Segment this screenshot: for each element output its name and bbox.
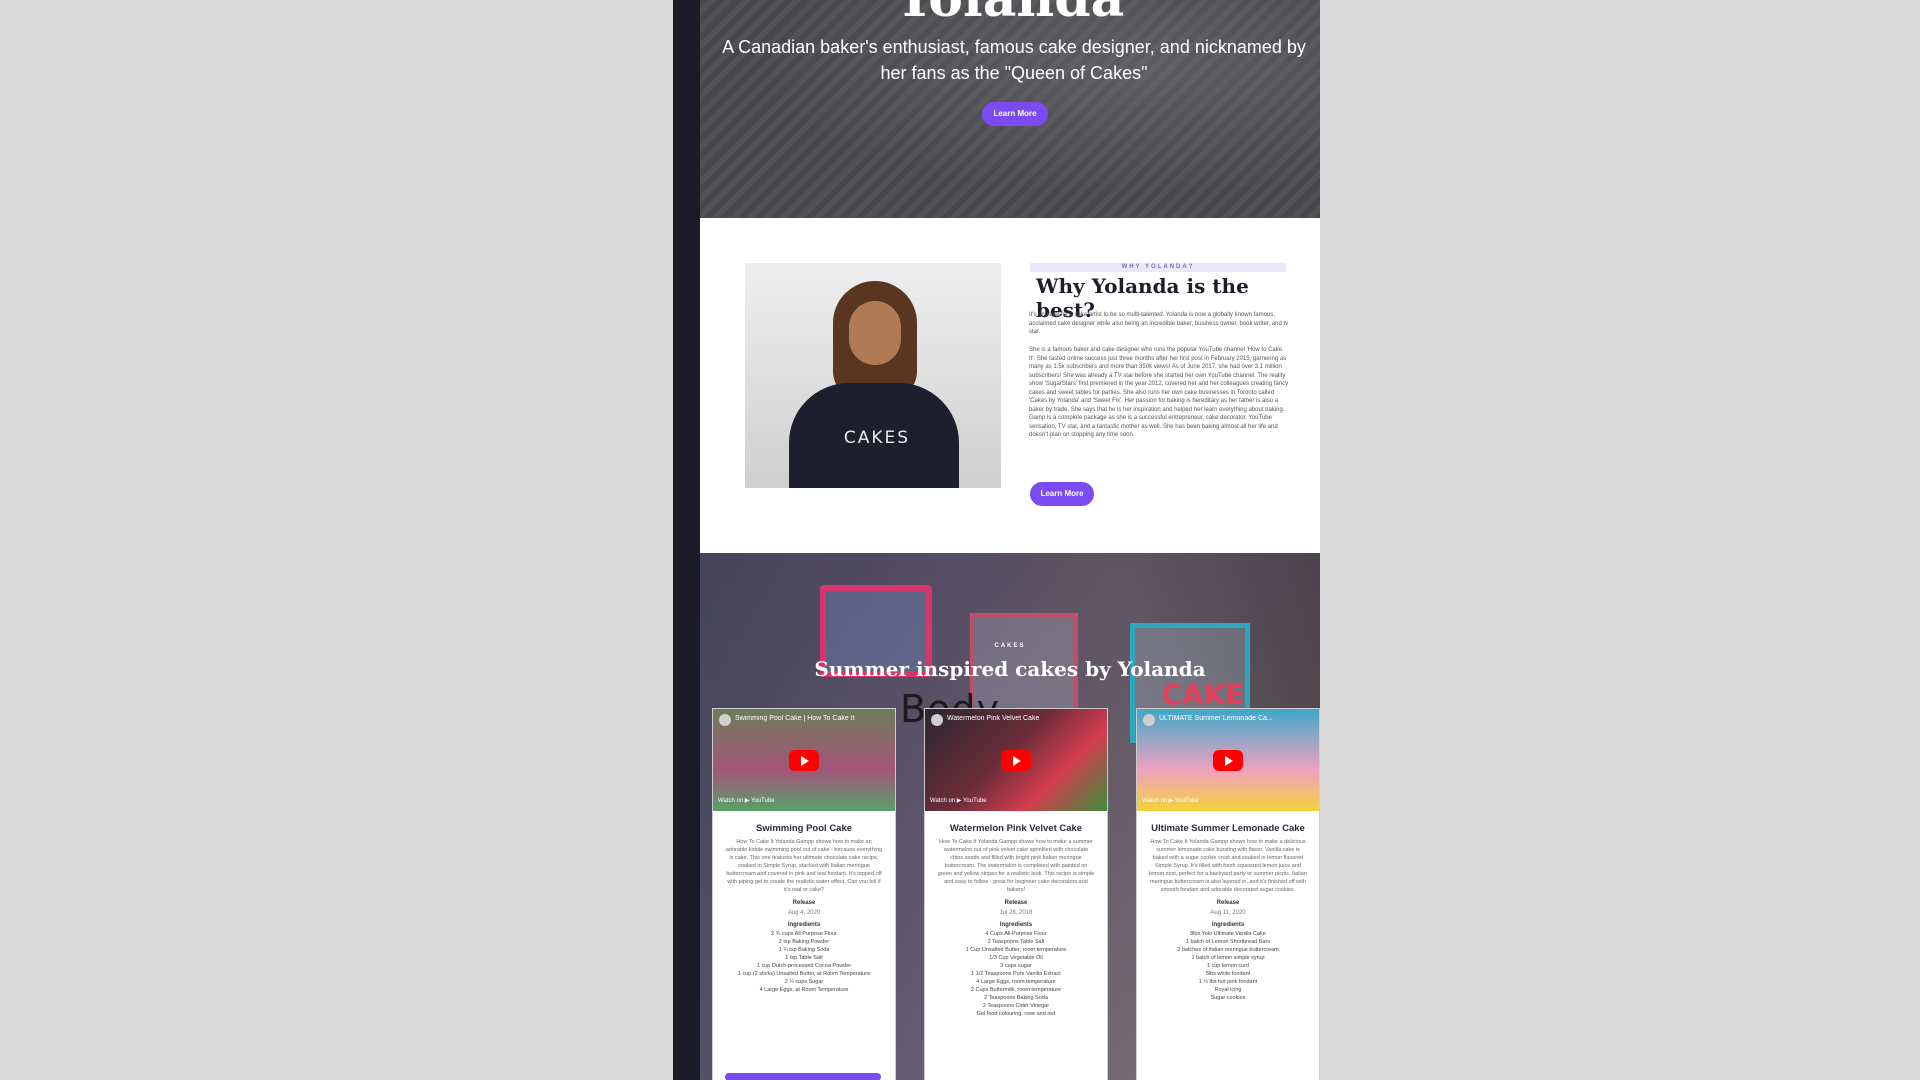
ingredient-item: 4 Large Eggs, room temperature: [976, 979, 1056, 985]
why-paragraph-1: It's unusual for a cake artist to be so …: [1029, 312, 1289, 335]
page-canvas: Yolanda A Canadian baker's enthusiast, f…: [700, 0, 1320, 1080]
background-cake-sign: CAKE: [1161, 678, 1245, 711]
video-embed[interactable]: Watermelon Pink Velvet Cake Watch on ▶ Y…: [925, 709, 1107, 811]
cakes-eyebrow: CAKES: [994, 643, 1026, 649]
release-date: Jul 28, 2018: [999, 910, 1033, 916]
hero-learn-more-button[interactable]: Learn More: [982, 102, 1048, 126]
ingredient-item: 1 ½ lbs hot pink fondant: [1198, 979, 1258, 985]
card-button[interactable]: [725, 1073, 881, 1080]
ingredient-item: 4 Large Eggs, at Room Temperature: [759, 987, 849, 993]
ingredient-item: 1 batch of Lemon Shortbread Bars: [1185, 939, 1271, 945]
ingredient-item: 2 Teaspoons Cider Vinegar: [982, 1003, 1050, 1009]
ingredient-item: 1 tsp Table Salt: [785, 955, 823, 961]
ingredient-item: 5lbs white fondant: [1205, 971, 1251, 977]
hero-subtitle: A Canadian baker's enthusiast, famous ca…: [722, 37, 1306, 83]
release-label: Release: [1216, 900, 1240, 906]
watch-on-youtube-link[interactable]: Watch on ▶ YouTube: [1142, 797, 1199, 804]
video-title[interactable]: ULTIMATE Summer Lemonade Ca...: [1159, 715, 1309, 722]
why-eyebrow: WHY YOLANDA?: [1030, 263, 1286, 272]
card-title: Swimming Pool Cake: [755, 823, 853, 834]
ingredients-label: Ingredients: [787, 922, 821, 928]
release-label: Release: [1004, 900, 1028, 906]
cake-card: ULTIMATE Summer Lemonade Ca... Watch on …: [1136, 708, 1320, 1080]
ingredient-item: Royal icing: [1214, 987, 1242, 993]
ingredient-item: 8lbs Yolo Ultimate Vanilla Cake: [1190, 931, 1266, 937]
video-embed[interactable]: ULTIMATE Summer Lemonade Ca... Watch on …: [1137, 709, 1319, 811]
card-title: Watermelon Pink Velvet Cake: [949, 823, 1083, 834]
ingredient-item: Sugar cookies: [1210, 995, 1246, 1001]
youtube-play-icon[interactable]: [789, 750, 819, 771]
cakes-section: CAKE CAKES Summer inspired cakes by Yola…: [700, 553, 1320, 1080]
channel-avatar: [1143, 714, 1155, 726]
why-learn-more-button[interactable]: Learn More: [1030, 482, 1094, 506]
watch-on-youtube-link[interactable]: Watch on ▶ YouTube: [930, 797, 987, 804]
ingredient-item: 1/3 Cup Vegetable Oil: [989, 955, 1043, 961]
ingredient-item: 1 batch of lemon simple syrup: [1191, 955, 1265, 961]
release-date: Aug 4, 2020: [787, 910, 821, 916]
hero-section: Yolanda A Canadian baker's enthusiast, f…: [700, 0, 1320, 218]
ingredient-item: 3 cups sugar: [1000, 963, 1032, 969]
ingredient-item: 1 cup Dutch-processed Cocoa Powder: [756, 963, 852, 969]
channel-avatar: [931, 714, 943, 726]
photo-shirt-text: CAKES: [843, 428, 911, 448]
ingredient-item: 2 ¼ cups Sugar: [784, 979, 824, 985]
cake-card: Watermelon Pink Velvet Cake Watch on ▶ Y…: [924, 708, 1108, 1080]
ingredient-item: 1 ¼ tsp Baking Soda: [778, 947, 830, 953]
video-embed[interactable]: Swimming Pool Cake | How To Cake It Watc…: [713, 709, 895, 811]
ingredients-label: Ingredients: [999, 922, 1033, 928]
youtube-play-icon[interactable]: [1213, 750, 1243, 771]
card-description: How To Cake It Yolanda Gampp shows how t…: [725, 839, 883, 893]
watch-on-youtube-link[interactable]: Watch on ▶ YouTube: [718, 797, 775, 804]
ingredient-item: 1 1/2 Teaspoons Pure Vanilla Extract: [971, 971, 1061, 977]
why-section: CAKES WHY YOLANDA? Why Yolanda is the be…: [700, 218, 1320, 553]
cakes-title: Summer inspired cakes by Yolanda: [814, 657, 1206, 681]
cake-card: Swimming Pool Cake | How To Cake It Watc…: [712, 708, 896, 1080]
yolanda-photo: CAKES: [745, 263, 1001, 488]
sidebar-strip: [673, 0, 700, 1080]
ingredient-item: 2 Teaspoons Baking Soda: [984, 995, 1048, 1001]
ingredient-item: 2 Teaspoons Table Salt: [987, 939, 1045, 945]
ingredient-item: 1 cup lemon curd: [1206, 963, 1250, 969]
video-title[interactable]: Swimming Pool Cake | How To Cake It: [735, 715, 885, 722]
card-description: How To Cake It Yolanda Gampp shows how t…: [1149, 839, 1307, 893]
youtube-play-icon[interactable]: [1001, 750, 1031, 771]
ingredient-item: Gel food colouring: rose and red: [976, 1011, 1056, 1017]
video-title[interactable]: Watermelon Pink Velvet Cake: [947, 715, 1097, 722]
release-date: Aug 11, 2020: [1210, 910, 1246, 916]
ingredient-item: 4 Cups All-Purpose Flour: [985, 931, 1047, 937]
ingredient-item: 2 ¾ cups All Purpose Flour: [771, 931, 837, 937]
ingredient-item: 2 tsp Baking Powder: [778, 939, 830, 945]
ingredient-item: 2 Cups Buttermilk, room temperature: [970, 987, 1062, 993]
card-description: How To Cake It Yolanda Gampp shows how t…: [937, 839, 1095, 893]
ingredient-item: 2 batches of Italian meringue buttercrea…: [1177, 947, 1279, 953]
ingredient-item: 1 Cup Unsalted Butter, room temperature: [965, 947, 1067, 953]
ingredients-list: 2 ¾ cups All Purpose Flour 2 tsp Baking …: [723, 930, 885, 994]
release-label: Release: [792, 900, 816, 906]
hero-title: Yolanda: [700, 0, 1320, 29]
ingredient-item: 1 cup (2 sticks) Unsalted Butter, at Roo…: [737, 971, 871, 977]
ingredients-list: 4 Cups All-Purpose Flour 2 Teaspoons Tab…: [935, 930, 1097, 1018]
ingredients-label: Ingredients: [1211, 922, 1245, 928]
why-paragraph-2: She is a famous baker and cake designer …: [1029, 347, 1289, 438]
ingredients-list: 8lbs Yolo Ultimate Vanilla Cake 1 batch …: [1147, 930, 1309, 1002]
card-title: Ultimate Summer Lemonade Cake: [1151, 823, 1305, 834]
channel-avatar: [719, 714, 731, 726]
